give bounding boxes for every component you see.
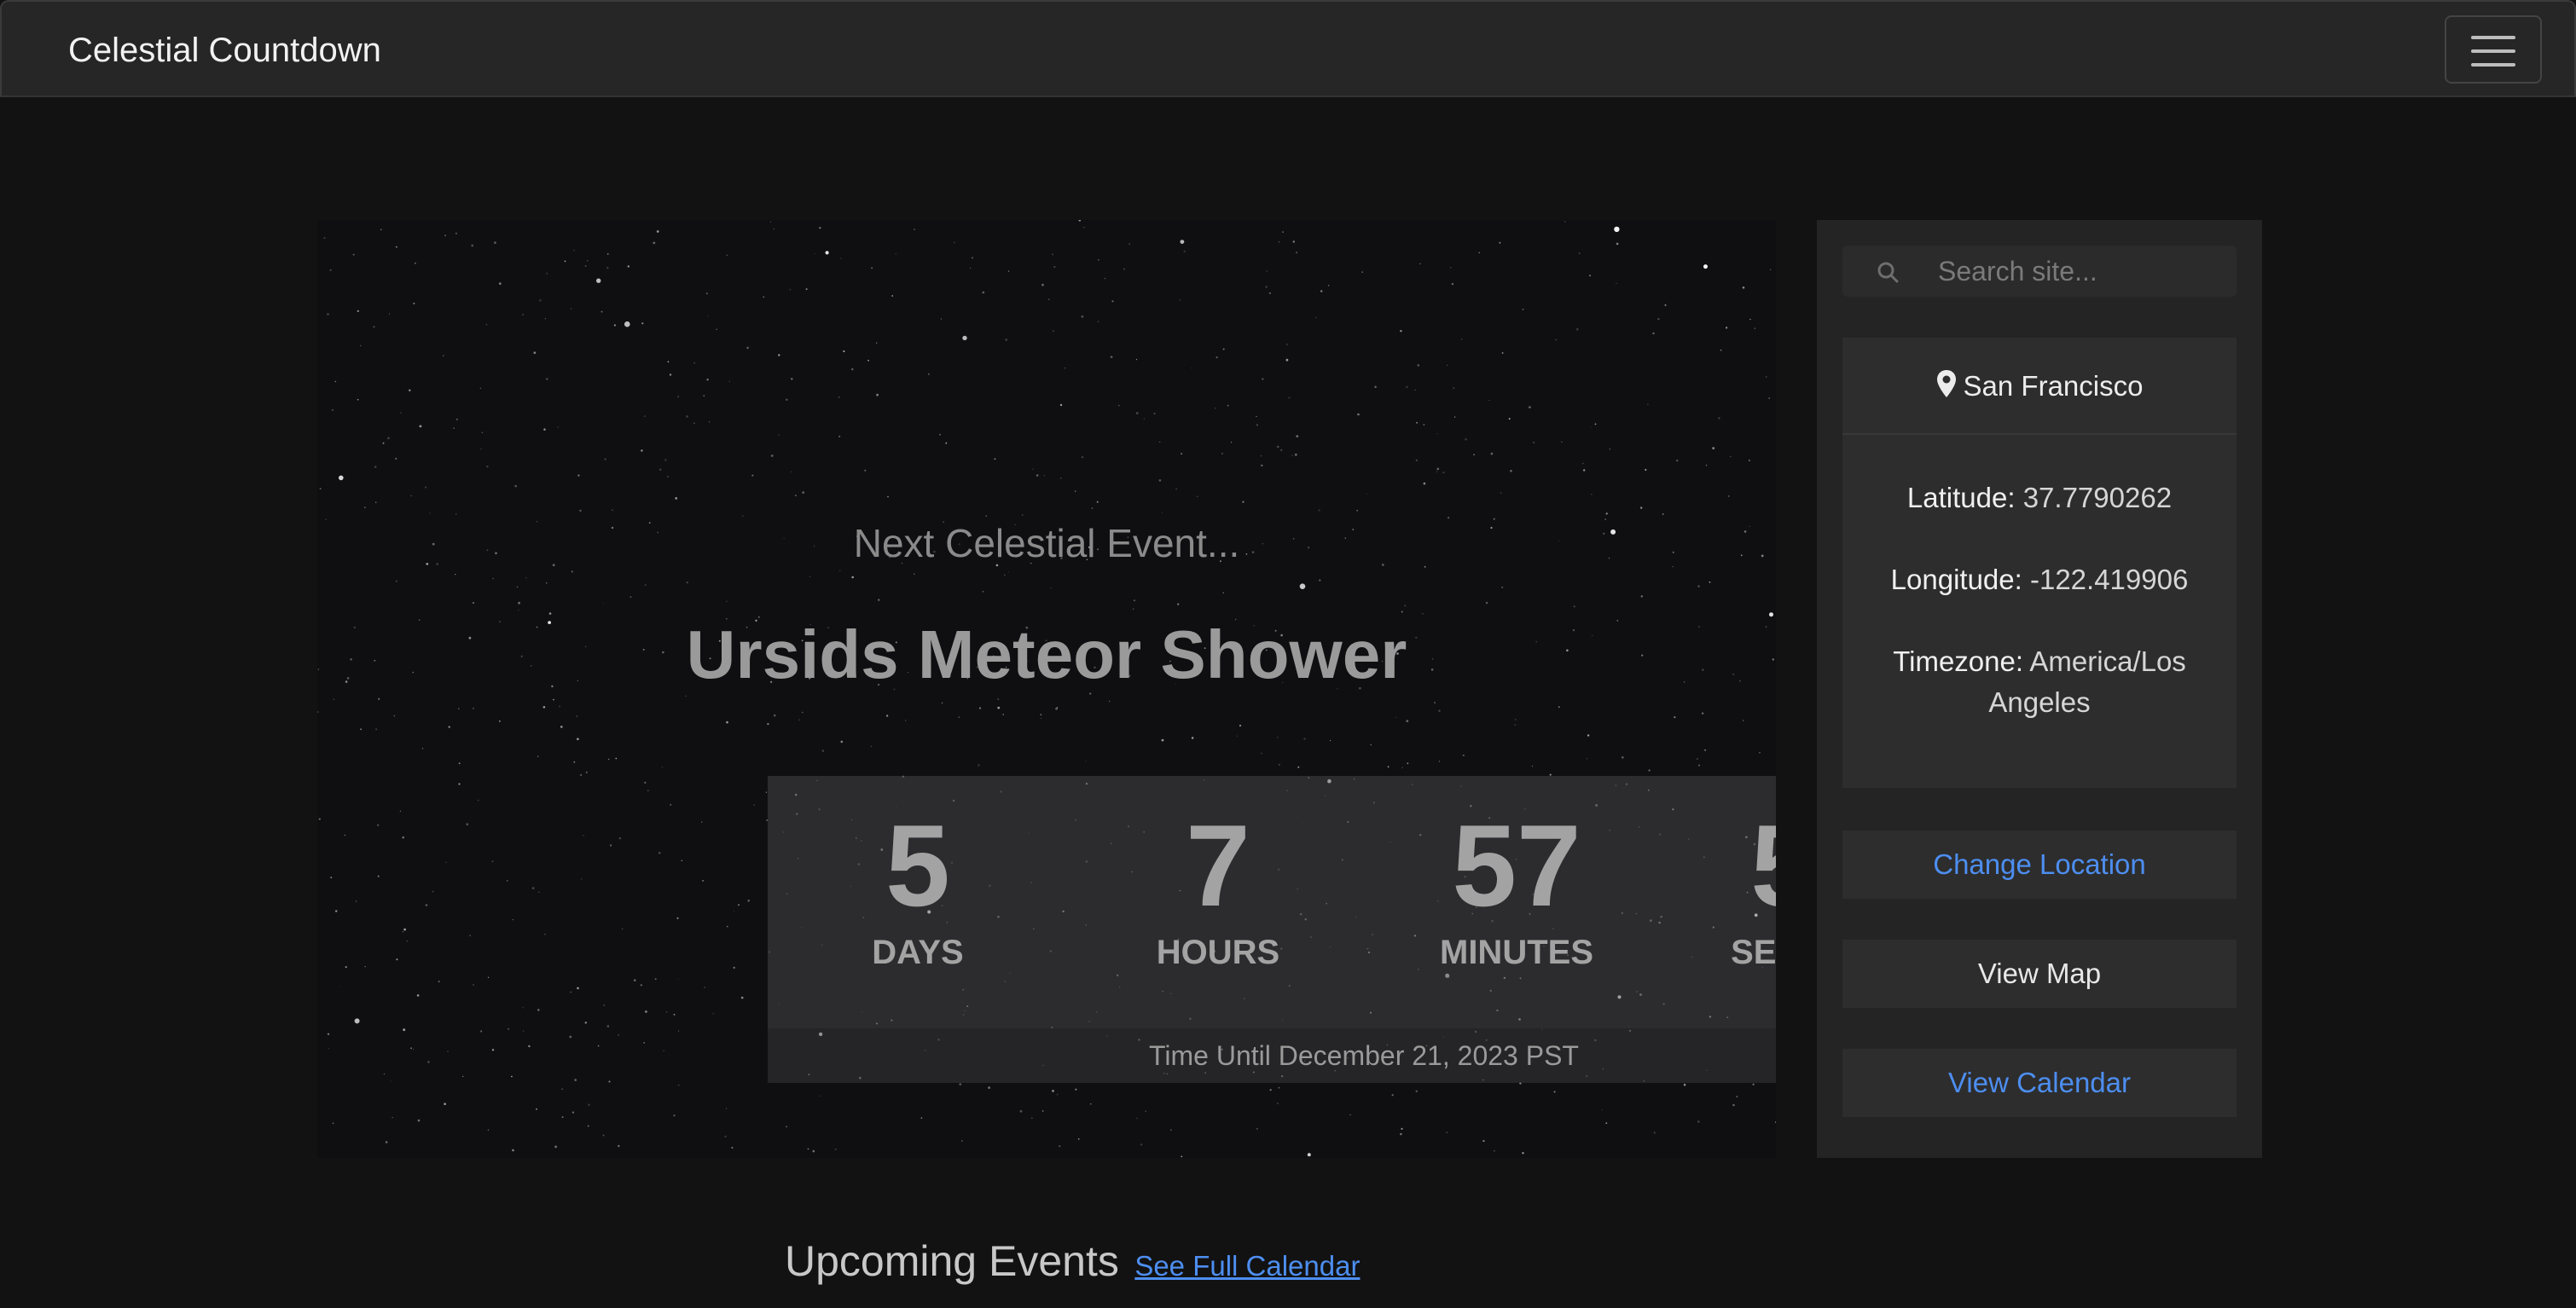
location-card: San Francisco Latitude: 37.7790262 Longi… — [1842, 338, 2237, 788]
view-map-button[interactable]: View Map — [1842, 940, 2237, 1008]
longitude-row: Longitude: -122.419906 — [1859, 559, 2219, 600]
timezone-value-line2: Angeles — [1988, 686, 2091, 718]
event-title: Ursids Meteor Shower — [686, 616, 1407, 692]
event-hero: Next Celestial Event... Ursids Meteor Sh… — [317, 220, 1776, 1158]
countdown-hours-value: 7 — [1186, 801, 1250, 930]
location-sidebar: San Francisco Latitude: 37.7790262 Longi… — [1817, 220, 2262, 1158]
timezone-label: Timezone: — [1893, 645, 2024, 677]
location-city: San Francisco — [1963, 370, 2144, 402]
countdown-days-label: DAYS — [872, 934, 964, 971]
hamburger-menu-button[interactable] — [2445, 15, 2542, 84]
countdown-days-value: 5 — [885, 801, 950, 930]
site-search[interactable] — [1842, 246, 2237, 297]
countdown-minutes: 57 MINUTES — [1406, 802, 1627, 974]
map-pin-icon — [1936, 370, 1956, 397]
longitude-label: Longitude: — [1890, 564, 2022, 595]
brand-title[interactable]: Celestial Countdown — [68, 27, 381, 73]
longitude-value: -122.419906 — [2029, 564, 2189, 595]
upcoming-events-heading: Upcoming Events See Full Calendar — [785, 1236, 1360, 1286]
timezone-row: Timezone: America/Los Angeles — [1859, 641, 2219, 723]
countdown-panel: 5 DAYS 7 HOURS 57 MINUTES 58 SECONDS — [768, 776, 1776, 1028]
view-calendar-button[interactable]: View Calendar — [1842, 1049, 2237, 1117]
countdown-seconds-value: 58 — [1704, 802, 1776, 929]
see-full-calendar-link[interactable]: See Full Calendar — [1134, 1250, 1360, 1282]
countdown-hours: 7 HOURS — [1107, 802, 1329, 974]
countdown-timer: 5 DAYS 7 HOURS 57 MINUTES 58 SECONDS Tim… — [768, 776, 1776, 1083]
countdown-minutes-label: MINUTES — [1440, 934, 1593, 971]
timezone-value-line1: America/Los — [2029, 645, 2186, 677]
countdown-seconds: 58 SECONDS — [1704, 802, 1776, 974]
countdown-target-date: Time Until December 21, 2023 PST — [768, 1028, 1776, 1083]
change-location-button[interactable]: Change Location — [1842, 831, 2237, 899]
search-icon — [1877, 262, 1899, 283]
hero-kicker: Next Celestial Event... — [853, 521, 1240, 565]
top-navbar: Celestial Countdown — [0, 0, 2576, 97]
search-input[interactable] — [1936, 246, 2226, 297]
countdown-days: 5 DAYS — [807, 802, 1029, 974]
latitude-row: Latitude: 37.7790262 — [1859, 477, 2219, 518]
countdown-minutes-value: 57 — [1452, 801, 1581, 930]
countdown-seconds-label: SECONDS — [1731, 934, 1776, 971]
upcoming-events-title: Upcoming Events — [785, 1237, 1119, 1285]
countdown-hours-label: HOURS — [1156, 934, 1280, 971]
latitude-label: Latitude: — [1906, 482, 2016, 513]
location-city-header: San Francisco — [1842, 338, 2237, 435]
latitude-value: 37.7790262 — [2022, 482, 2173, 513]
